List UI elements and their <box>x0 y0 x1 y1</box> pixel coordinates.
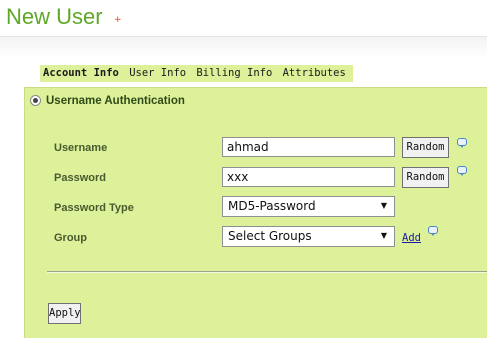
username-input[interactable]: ahmad <box>222 137 395 157</box>
tab-bar: Account Info User Info Billing Info Attr… <box>40 65 353 82</box>
title-shade <box>0 37 487 59</box>
chevron-down-icon: ▼ <box>380 231 387 240</box>
form-divider-highlight <box>47 272 487 273</box>
group-select[interactable]: Select Groups ▼ <box>222 226 395 247</box>
username-label: Username <box>54 142 108 154</box>
password-label: Password <box>54 172 106 184</box>
username-help-icon[interactable] <box>457 138 467 148</box>
password-input[interactable]: xxx <box>222 167 395 187</box>
random-password-button[interactable]: Random <box>402 167 449 188</box>
add-group-link[interactable]: Add <box>402 232 421 244</box>
password-type-select[interactable]: MD5-Password ▼ <box>222 196 395 217</box>
tab-account-info[interactable]: Account Info <box>43 66 119 81</box>
password-type-value: MD5-Password <box>228 199 316 213</box>
tab-user-info[interactable]: User Info <box>129 66 186 81</box>
group-help-icon[interactable] <box>428 226 438 236</box>
tab-billing-info[interactable]: Billing Info <box>196 66 272 81</box>
tab-attributes[interactable]: Attributes <box>283 66 346 81</box>
username-auth-heading: Username Authentication <box>46 95 185 107</box>
group-value: Select Groups <box>228 229 312 243</box>
password-type-label: Password Type <box>54 202 134 214</box>
group-label: Group <box>54 232 87 244</box>
apply-button[interactable]: Apply <box>48 303 81 324</box>
random-username-button[interactable]: Random <box>402 137 449 158</box>
chevron-down-icon: ▼ <box>380 201 387 210</box>
password-help-icon[interactable] <box>457 166 467 176</box>
page-title: New User <box>6 4 103 29</box>
username-auth-radio[interactable] <box>30 95 41 106</box>
title-plus-icon: + <box>114 15 122 25</box>
